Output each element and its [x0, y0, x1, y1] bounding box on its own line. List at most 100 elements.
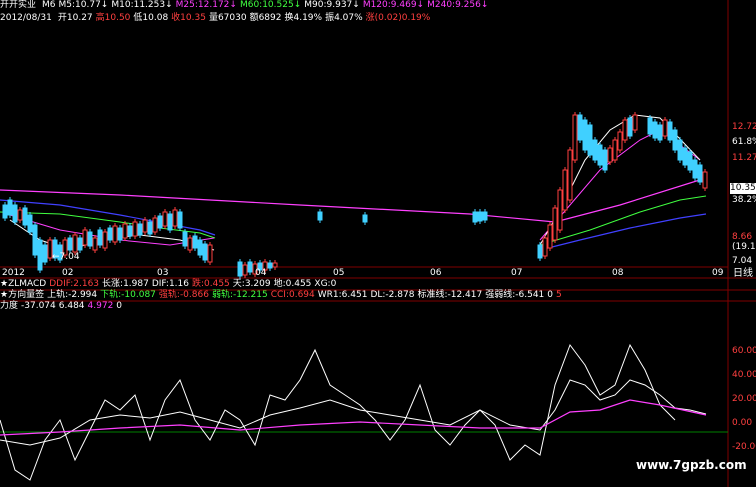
- indicator-line: [0, 177, 707, 223]
- candle-body: [672, 129, 678, 151]
- candle-body: [97, 229, 103, 246]
- candle-body: [162, 211, 168, 227]
- indicator-row-zlmacd[interactable]: ★ZLMACD DDIF:2.163 长涨:1.987 DIF:1.16 跌:0.455…: [0, 279, 339, 290]
- price-axis-label: 38.2%: [732, 195, 756, 205]
- price-axis-label: 11.27: [732, 153, 756, 163]
- candle-body: [602, 149, 608, 171]
- indicator-value: WR1:6.451: [317, 290, 368, 300]
- stock-chart: [0, 0, 756, 487]
- indicator-value: 标准线:-12.417: [417, 290, 483, 300]
- price-axis-label: 7.04: [732, 256, 753, 266]
- candle-body: [687, 151, 693, 171]
- candle-body: [647, 117, 653, 135]
- candle-body: [667, 121, 673, 141]
- time-axis-label: 05: [333, 268, 345, 278]
- low-arrow-icon: ←: [52, 252, 60, 262]
- time-axis-label: 2012: [2, 268, 25, 278]
- indicator-value: ★ZLMACD: [0, 279, 47, 289]
- candle-body: [32, 224, 38, 256]
- candle-body: [147, 221, 153, 235]
- low-price-marker: ←7.04: [52, 252, 80, 262]
- candle-body: [37, 239, 43, 271]
- candle-body: [87, 231, 93, 247]
- candle-body: [682, 147, 688, 166]
- indicator-value: 长涨:1.987: [102, 279, 149, 289]
- indicator-value: DIF:1.16: [151, 279, 189, 289]
- indicator-value: 0: [547, 290, 554, 300]
- candle-body: [272, 262, 278, 268]
- indicator-value: 上轨:-2.994: [47, 290, 98, 300]
- watermark: www.7gpzb.com: [636, 458, 747, 472]
- candle-body: [537, 244, 543, 259]
- candle-body: [652, 121, 658, 139]
- indicator-value: 4.972: [87, 301, 114, 311]
- candle-body: [242, 264, 248, 276]
- price-axis-label: 61.8%: [732, 137, 756, 147]
- candle-body: [617, 131, 623, 151]
- candle-body: [632, 114, 638, 131]
- osc-axis-label: 20.00: [732, 394, 756, 404]
- candle-body: [547, 224, 553, 249]
- time-axis-label: 03: [157, 268, 169, 278]
- candle-body: [627, 117, 633, 137]
- candle-body: [67, 237, 73, 251]
- indicator-value: 弱轨:-12.215: [211, 290, 268, 300]
- candle-body: [587, 124, 593, 156]
- indicator-value: 下轨:-10.087: [100, 290, 156, 300]
- candle-body: [562, 169, 568, 211]
- candle-body: [122, 223, 128, 239]
- indicator-value: 强弱线:-6.541: [485, 290, 545, 300]
- candle-body: [702, 171, 708, 189]
- candle-body: [267, 262, 273, 269]
- candle-body: [137, 223, 143, 236]
- candle-body: [42, 244, 48, 263]
- candle-body: [77, 237, 83, 251]
- price-axis-label: (19.1%: [732, 242, 756, 252]
- candle-body: [7, 199, 13, 216]
- candle-body: [482, 211, 488, 221]
- candle-body: [592, 139, 598, 161]
- candle-body: [697, 164, 703, 183]
- indicator-value: 6.484: [58, 301, 85, 311]
- candle-body: [247, 261, 253, 273]
- candle-body: [662, 119, 668, 137]
- candle-body: [72, 234, 78, 253]
- candle-body: [577, 114, 583, 141]
- candle-body: [542, 237, 548, 257]
- candle-body: [192, 235, 198, 249]
- indicator-value: DDIF:2.163: [49, 279, 100, 289]
- candle-body: [132, 221, 138, 237]
- candle-body: [572, 114, 578, 161]
- candle-body: [677, 139, 683, 161]
- candle-body: [567, 149, 573, 201]
- candle-body: [582, 119, 588, 151]
- time-axis-label: 08: [612, 268, 624, 278]
- candle-body: [22, 207, 28, 226]
- candle-body: [362, 214, 368, 223]
- candle-body: [692, 159, 698, 179]
- candle-body: [557, 189, 563, 231]
- time-axis-label: 09: [712, 268, 724, 278]
- candle-body: [472, 211, 478, 223]
- candle-body: [12, 204, 18, 223]
- indicator-row-direction[interactable]: ★方向量签 上轨:-2.994 下轨:-10.087 强轨:-0.866 弱轨:-12.…: [0, 290, 565, 301]
- indicator-value: 天:3.209: [232, 279, 271, 289]
- indicator-value: DL:-2.878: [370, 290, 415, 300]
- osc-axis-label: 0.00: [732, 418, 753, 428]
- candle-body: [2, 204, 8, 219]
- candle-body: [317, 211, 323, 221]
- period-label[interactable]: 日线: [733, 268, 753, 279]
- indicator-value: 0: [116, 301, 123, 311]
- candle-body: [477, 211, 483, 222]
- candle-body: [107, 227, 113, 241]
- candle-body: [622, 119, 628, 141]
- osc-axis-label: 60.00: [732, 346, 756, 356]
- candle-body: [157, 215, 163, 229]
- indicator-value: 地:0.455: [273, 279, 312, 289]
- indicator-value: CCI:0.694: [270, 290, 315, 300]
- candle-body: [657, 124, 663, 141]
- time-axis-label: 07: [511, 268, 523, 278]
- indicator-value: 5: [556, 290, 562, 300]
- indicator-row-strength[interactable]: 力度 -37.074 6.484 4.972 0: [0, 301, 125, 312]
- candle-body: [197, 239, 203, 256]
